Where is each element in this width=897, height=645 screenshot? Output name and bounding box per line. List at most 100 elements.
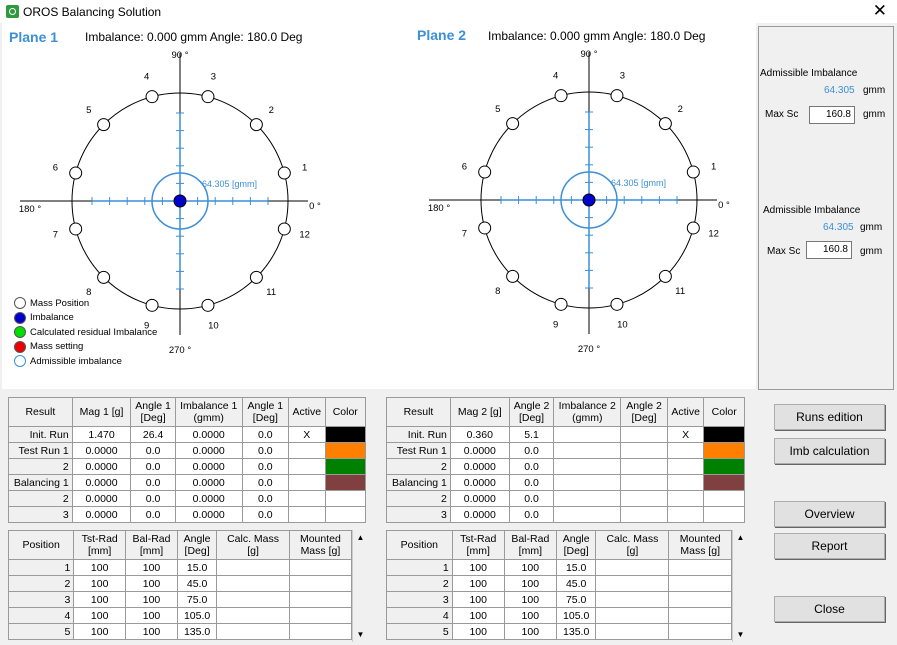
table-row[interactable]: Test Run 1 0.0000 0.0 (386, 442, 745, 459)
scroll-down-icon[interactable]: ▼ (353, 627, 368, 642)
table-row[interactable]: 4 100 100 105.0 (7, 607, 353, 624)
mass-position-marker (478, 165, 492, 179)
color-swatch[interactable] (703, 474, 745, 491)
color-swatch[interactable] (703, 506, 745, 523)
cell[interactable] (216, 559, 290, 576)
active-cell[interactable] (288, 458, 326, 475)
active-cell[interactable] (288, 490, 326, 507)
close-icon[interactable]: ✕ (873, 2, 887, 20)
scroll-up-icon[interactable]: ▲ (733, 530, 748, 545)
p2-admissible-label: Admissible Imbalance (763, 205, 861, 216)
position-table-2-scrollbar[interactable]: ▲ ▼ (732, 530, 747, 642)
active-cell[interactable] (666, 442, 705, 459)
cell[interactable] (288, 607, 353, 624)
table-row[interactable]: 2 100 100 45.0 (7, 575, 353, 592)
position-label: 4 (144, 71, 149, 82)
cell[interactable] (595, 623, 670, 640)
cell[interactable] (216, 607, 290, 624)
cell: 0.0 (130, 490, 176, 507)
cell[interactable] (668, 575, 732, 592)
color-swatch[interactable] (324, 474, 366, 491)
active-cell[interactable] (666, 490, 705, 507)
color-swatch[interactable] (324, 442, 366, 459)
table-row[interactable]: 2 0.0000 0.0 (386, 490, 745, 507)
color-swatch[interactable] (703, 458, 745, 475)
table-row[interactable]: 5 100 100 135.0 (386, 623, 732, 640)
cell[interactable] (668, 591, 732, 608)
table-row[interactable]: 3 100 100 75.0 (7, 591, 353, 608)
cell: 0.0000 (71, 490, 132, 507)
mass-position-marker (277, 166, 291, 180)
cell[interactable] (668, 623, 732, 640)
report-button[interactable]: Report (774, 533, 885, 559)
table-row[interactable]: 3 100 100 75.0 (386, 591, 732, 608)
p1-max-sc-input[interactable]: 160.8 (809, 106, 855, 124)
active-cell[interactable] (666, 506, 705, 523)
cell: 100 (503, 591, 557, 608)
scroll-down-icon[interactable]: ▼ (733, 627, 748, 642)
cell: 100 (125, 623, 178, 640)
active-cell[interactable]: X (666, 426, 705, 443)
active-cell[interactable]: X (288, 426, 326, 443)
table-row[interactable]: Balancing 1 0.0000 0.0 (386, 474, 745, 491)
cell[interactable] (288, 623, 353, 640)
active-cell[interactable] (666, 474, 705, 491)
position-table-1-scrollbar[interactable]: ▲ ▼ (352, 530, 367, 642)
color-swatch[interactable] (324, 490, 366, 507)
table-row[interactable]: 2 0.0000 0.0 (386, 458, 745, 475)
cell[interactable] (595, 607, 670, 624)
cell[interactable] (595, 575, 670, 592)
table-row[interactable]: 2 0.0000 0.0 0.0000 0.0 (8, 490, 366, 507)
table-row[interactable]: 1 100 100 15.0 (7, 559, 353, 576)
cell[interactable] (216, 591, 290, 608)
table-row[interactable]: Balancing 1 0.0000 0.0 0.0000 0.0 (8, 474, 366, 491)
imb-calculation-button[interactable]: Imb calculation (774, 438, 885, 464)
table-row[interactable]: 3 0.0000 0.0 (386, 506, 745, 523)
table-row[interactable]: 4 100 100 105.0 (386, 607, 732, 624)
column-header: Active (666, 397, 705, 427)
cell[interactable] (668, 607, 732, 624)
legend-item: Mass setting (14, 340, 157, 355)
imbalance-marker (173, 194, 187, 208)
color-swatch[interactable] (703, 426, 745, 443)
cell[interactable] (595, 591, 670, 608)
active-cell[interactable] (288, 506, 326, 523)
table-row[interactable]: Init. Run 1.470 26.4 0.0000 0.0 X (8, 426, 366, 443)
cell[interactable] (288, 559, 353, 576)
cell[interactable] (595, 559, 670, 576)
table-row[interactable]: 5 100 100 135.0 (7, 623, 353, 640)
table-row[interactable]: 2 100 100 45.0 (386, 575, 732, 592)
active-cell[interactable] (288, 474, 326, 491)
cell[interactable] (668, 559, 732, 576)
column-header: Angle 2 [Deg] (508, 397, 555, 427)
table-row[interactable]: 3 0.0000 0.0 0.0000 0.0 (8, 506, 366, 523)
close-button[interactable]: Close (774, 596, 885, 622)
color-swatch[interactable] (703, 442, 745, 459)
table-header-row: Result Mag 2 [g] Angle 2 [Deg] Imbalance… (386, 397, 745, 427)
table-row[interactable]: Test Run 1 0.0000 0.0 0.0000 0.0 (8, 442, 366, 459)
runs-edition-button[interactable]: Runs edition (774, 404, 885, 430)
cell: 0.0 (241, 426, 290, 443)
cell[interactable] (288, 591, 353, 608)
cell: 100 (503, 575, 557, 592)
table-header-row: Position Tst-Rad [mm] Bal-Rad [mm] Angle… (7, 530, 353, 560)
cell[interactable] (216, 623, 290, 640)
table-row[interactable]: 1 100 100 15.0 (386, 559, 732, 576)
active-cell[interactable] (666, 458, 705, 475)
column-header: Angle 2 [Deg] (620, 397, 668, 427)
active-cell[interactable] (288, 442, 326, 459)
table-row[interactable]: 2 0.0000 0.0 0.0000 0.0 (8, 458, 366, 475)
color-swatch[interactable] (703, 490, 745, 507)
p2-max-sc-input[interactable]: 160.8 (806, 241, 852, 259)
imbalance-marker (582, 193, 596, 207)
cell[interactable] (216, 575, 290, 592)
color-swatch[interactable] (324, 426, 366, 443)
overview-button[interactable]: Overview (774, 501, 885, 527)
cell[interactable] (288, 575, 353, 592)
table-row[interactable]: Init. Run 0.360 5.1 X (386, 426, 745, 443)
color-swatch[interactable] (324, 458, 366, 475)
result-table-1: Result Mag 1 [g] Angle 1 [Deg] Imbalance… (8, 397, 366, 523)
color-swatch[interactable] (324, 506, 366, 523)
position-label: 1 (302, 163, 307, 174)
scroll-up-icon[interactable]: ▲ (353, 530, 368, 545)
